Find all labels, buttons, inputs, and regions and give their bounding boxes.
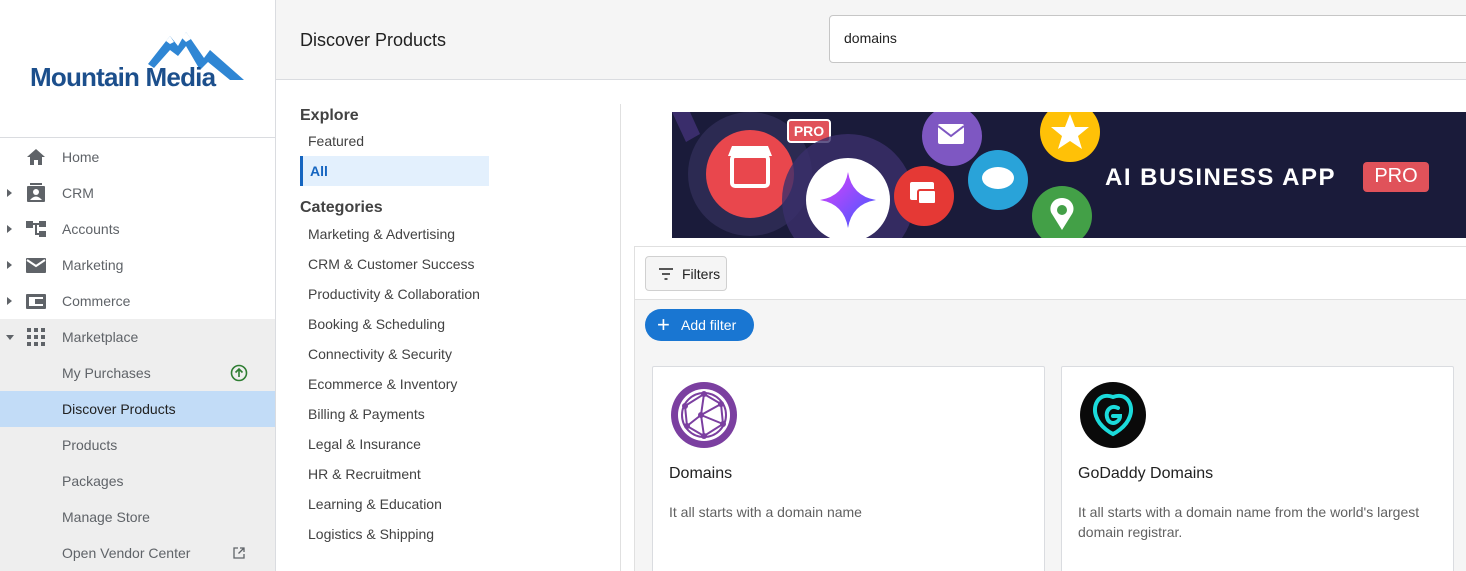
arrow-up-circle-icon xyxy=(230,364,248,382)
product-card-domains[interactable]: Domains It all starts with a domain name xyxy=(652,366,1045,571)
nav-marketing[interactable]: Marketing xyxy=(0,247,275,283)
category-link[interactable]: Ecommerce & Inventory xyxy=(308,376,457,392)
category-link[interactable]: HR & Recruitment xyxy=(308,466,421,482)
category-link[interactable]: Productivity & Collaboration xyxy=(308,286,480,302)
nav-label: My Purchases xyxy=(62,365,151,381)
filter-bar: Filters xyxy=(635,247,1466,300)
nav-marketplace[interactable]: Marketplace xyxy=(0,319,275,355)
product-description: It all starts with a domain name xyxy=(669,504,862,520)
mail-icon xyxy=(26,258,46,273)
godaddy-logo-icon xyxy=(1080,382,1146,448)
nav-label: Manage Store xyxy=(62,509,150,525)
wallet-icon xyxy=(26,294,46,309)
category-link[interactable]: Connectivity & Security xyxy=(308,346,452,362)
nav-label: Products xyxy=(62,437,118,453)
sidebar: Mountain Media Home CRM Accounts Marketi… xyxy=(0,0,276,571)
results-panel: Filters + Add filter Domains It all star… xyxy=(634,246,1466,571)
product-name: GoDaddy Domains xyxy=(1078,465,1214,482)
nav-label: Accounts xyxy=(62,221,120,237)
nav-home[interactable]: Home xyxy=(0,139,275,175)
nav-label: Commerce xyxy=(62,293,131,309)
category-link[interactable]: Logistics & Shipping xyxy=(308,526,434,542)
nav-crm[interactable]: CRM xyxy=(0,175,275,211)
product-card-godaddy-domains[interactable]: GoDaddy Domains It all starts with a dom… xyxy=(1061,366,1454,571)
nav-packages[interactable]: Packages xyxy=(0,463,275,499)
external-link-icon xyxy=(233,547,245,559)
explore-heading: Explore xyxy=(300,107,359,124)
add-filter-button[interactable]: + Add filter xyxy=(645,309,754,341)
search-input[interactable]: domains xyxy=(829,15,1466,63)
filter-icon xyxy=(659,267,673,280)
top-bar: Discover Products domains xyxy=(276,0,1466,80)
home-icon xyxy=(27,149,45,165)
nav-products[interactable]: Products xyxy=(0,427,275,463)
categories-heading: Categories xyxy=(300,199,383,216)
nav-label: Marketing xyxy=(62,257,124,273)
filters-button[interactable]: Filters xyxy=(645,256,727,291)
category-link[interactable]: Marketing & Advertising xyxy=(308,226,455,242)
add-filter-label: Add filter xyxy=(681,317,737,333)
nav-label: Home xyxy=(62,149,100,165)
svg-text:PRO: PRO xyxy=(794,123,824,139)
product-description: It all starts with a domain name from th… xyxy=(1078,504,1420,540)
hierarchy-icon xyxy=(26,221,46,237)
nav-label: Marketplace xyxy=(62,329,139,345)
globe-network-icon xyxy=(671,382,737,448)
menu-all[interactable]: All xyxy=(300,156,489,186)
nav-label: CRM xyxy=(62,185,94,201)
plus-icon: + xyxy=(657,312,670,337)
nav-label: Packages xyxy=(62,473,124,489)
category-link[interactable]: Booking & Scheduling xyxy=(308,316,445,332)
nav-open-vendor-center[interactable]: Open Vendor Center xyxy=(0,535,275,571)
contacts-icon xyxy=(27,183,45,202)
category-link[interactable]: Learning & Education xyxy=(308,496,442,512)
menu-featured[interactable]: Featured xyxy=(308,133,364,149)
chevron-right-icon[interactable] xyxy=(7,297,12,305)
brand-name: Mountain Media xyxy=(30,62,216,92)
promo-banner[interactable]: PRO AI BUSINESS APP PRO xyxy=(672,112,1466,238)
pro-badge: PRO xyxy=(1363,162,1429,192)
nav-accounts[interactable]: Accounts xyxy=(0,211,275,247)
nav-discover-products[interactable]: Discover Products xyxy=(0,391,275,427)
nav-commerce[interactable]: Commerce xyxy=(0,283,275,319)
page-title: Discover Products xyxy=(300,30,447,50)
nav-my-purchases[interactable]: My Purchases xyxy=(0,355,275,391)
apps-grid-icon xyxy=(27,328,45,346)
filters-label: Filters xyxy=(682,265,721,282)
nav-label: Open Vendor Center xyxy=(62,545,191,561)
chevron-right-icon[interactable] xyxy=(7,225,12,233)
category-link[interactable]: Billing & Payments xyxy=(308,406,425,422)
banner-headline: AI BUSINESS APP xyxy=(1105,164,1336,191)
category-link[interactable]: Legal & Insurance xyxy=(308,436,421,452)
category-link[interactable]: CRM & Customer Success xyxy=(308,256,474,272)
nav-manage-store[interactable]: Manage Store xyxy=(0,499,275,535)
menu-divider xyxy=(620,104,621,571)
nav-label: Discover Products xyxy=(62,401,176,417)
chevron-right-icon[interactable] xyxy=(7,261,12,269)
brand-logo[interactable]: Mountain Media xyxy=(0,0,275,138)
chevron-right-icon[interactable] xyxy=(7,189,12,197)
product-name: Domains xyxy=(669,465,733,482)
banner-art-icon: PRO xyxy=(672,112,1100,238)
chevron-down-icon[interactable] xyxy=(6,335,14,340)
